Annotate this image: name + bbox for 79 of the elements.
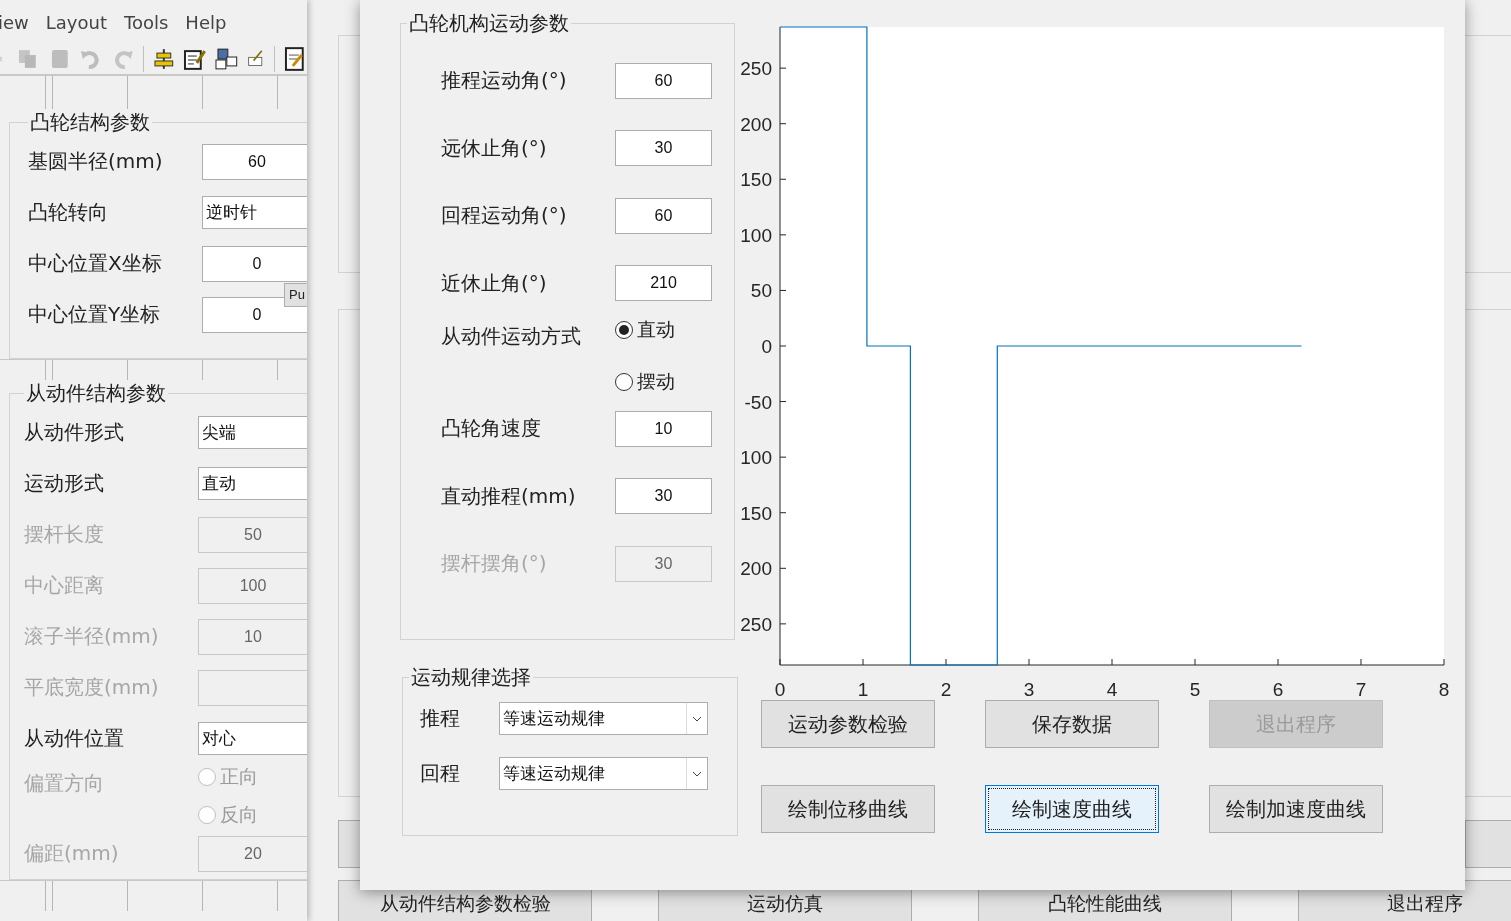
input-field[interactable]: 30 (615, 130, 712, 167)
field-label: 中心位置X坐标 (28, 250, 163, 277)
radio-button[interactable]: 直动 (615, 317, 675, 343)
field-label: 回程 (420, 760, 461, 787)
field-label: 从动件运动方式 (441, 323, 582, 350)
tick-label: 6 (1272, 679, 1284, 700)
tick-label: 2 (940, 679, 952, 700)
input-field[interactable]: 0 (202, 245, 307, 282)
dropdown[interactable]: 等速运动规律 (499, 702, 708, 735)
field-label: 回程运动角(°) (441, 202, 568, 230)
tick-label: 3 (1023, 679, 1035, 700)
chevron-icon (692, 715, 702, 722)
input-field[interactable]: 60 (615, 197, 712, 234)
group-title: 运动规律选择 (410, 664, 532, 691)
menu-item[interactable]: Tools (124, 11, 169, 33)
field-label: 摆杆摆角(°) (441, 550, 548, 578)
tick-label: -50 (744, 391, 772, 413)
tick-label: 50 (750, 280, 772, 302)
dialog-button[interactable]: 绘制加速度曲线 (1209, 785, 1383, 833)
menu-item[interactable]: Help (185, 11, 227, 33)
tick-label: 0 (761, 336, 772, 357)
field-label: 平底宽度(mm) (24, 674, 160, 701)
editor-icon[interactable] (183, 47, 207, 71)
field-label: 摆杆长度 (24, 521, 105, 548)
input-field[interactable]: 10 (615, 410, 712, 447)
dropdown[interactable]: 尖端 (198, 416, 307, 449)
group-title: 凸轮结构参数 (29, 109, 151, 136)
dialog-button[interactable]: 绘制位移曲线 (761, 785, 935, 833)
field-label: 推程运动角(°) (441, 67, 568, 95)
field-label: 中心距离 (24, 572, 105, 599)
radio-button[interactable]: 摆动 (615, 369, 675, 395)
field-label: 偏置方向 (24, 770, 105, 797)
tick-label: 150 (740, 169, 772, 191)
tick-label: 8 (1438, 679, 1450, 700)
dropdown[interactable]: 等速运动规律 (499, 757, 708, 790)
tick-label: 0 (774, 679, 786, 700)
input-field[interactable]: 60 (615, 62, 712, 99)
tick-label: 250 (740, 613, 772, 635)
tick-label: 1 (857, 679, 869, 700)
field-label: 从动件位置 (24, 725, 125, 752)
tick-label: 200 (740, 558, 772, 580)
field-label: 运动形式 (24, 470, 105, 497)
field-label: 基圆半径(mm) (28, 148, 164, 175)
dialog-button[interactable]: 绘制速度曲线 (985, 785, 1159, 833)
field-label: 偏距(mm) (24, 840, 120, 867)
menu-item[interactable]: Layout (45, 11, 107, 33)
field-label: 推程 (420, 705, 461, 732)
push-button[interactable]: Pu (284, 283, 307, 307)
chevron-icon (692, 770, 702, 777)
tick-label: 100 (740, 447, 772, 469)
group-title: 从动件结构参数 (25, 380, 167, 407)
dialog-button[interactable]: 保存数据 (985, 700, 1159, 748)
field-label: 中心位置Y坐标 (28, 301, 162, 328)
field-label: 凸轮转向 (28, 199, 109, 226)
field-label: 近休止角(°) (441, 269, 548, 297)
dropdown[interactable]: 对心 (198, 722, 307, 755)
tick-label: 7 (1355, 679, 1367, 700)
dropdown[interactable]: 逆时针 (202, 196, 307, 229)
dialog-button[interactable]: 运动参数检验 (761, 700, 935, 748)
menu-item[interactable]: iew (0, 11, 29, 33)
tick-label: 200 (740, 113, 772, 135)
input-field[interactable]: 60 (202, 143, 307, 180)
field-label: 滚子半径(mm) (24, 623, 160, 650)
tick-label: 250 (740, 58, 772, 80)
tab-order-icon[interactable] (214, 47, 239, 71)
tick-label: 150 (740, 502, 772, 524)
field-label: 从动件形式 (24, 419, 125, 446)
dropdown[interactable]: 直动 (198, 467, 307, 500)
group-title: 凸轮机构运动参数 (408, 10, 570, 37)
align-icon[interactable] (151, 47, 176, 71)
tick-label: 4 (1106, 679, 1118, 700)
file-icon[interactable] (283, 47, 307, 71)
input-field[interactable]: 30 (615, 478, 712, 515)
input-field[interactable]: 210 (615, 265, 712, 302)
field-label: 凸轮角速度 (441, 415, 542, 443)
field-label: 直动推程(mm) (441, 482, 577, 510)
tick-label: 5 (1189, 679, 1201, 700)
field-label: 远休止角(°) (441, 134, 548, 162)
tick-label: 100 (740, 224, 772, 246)
